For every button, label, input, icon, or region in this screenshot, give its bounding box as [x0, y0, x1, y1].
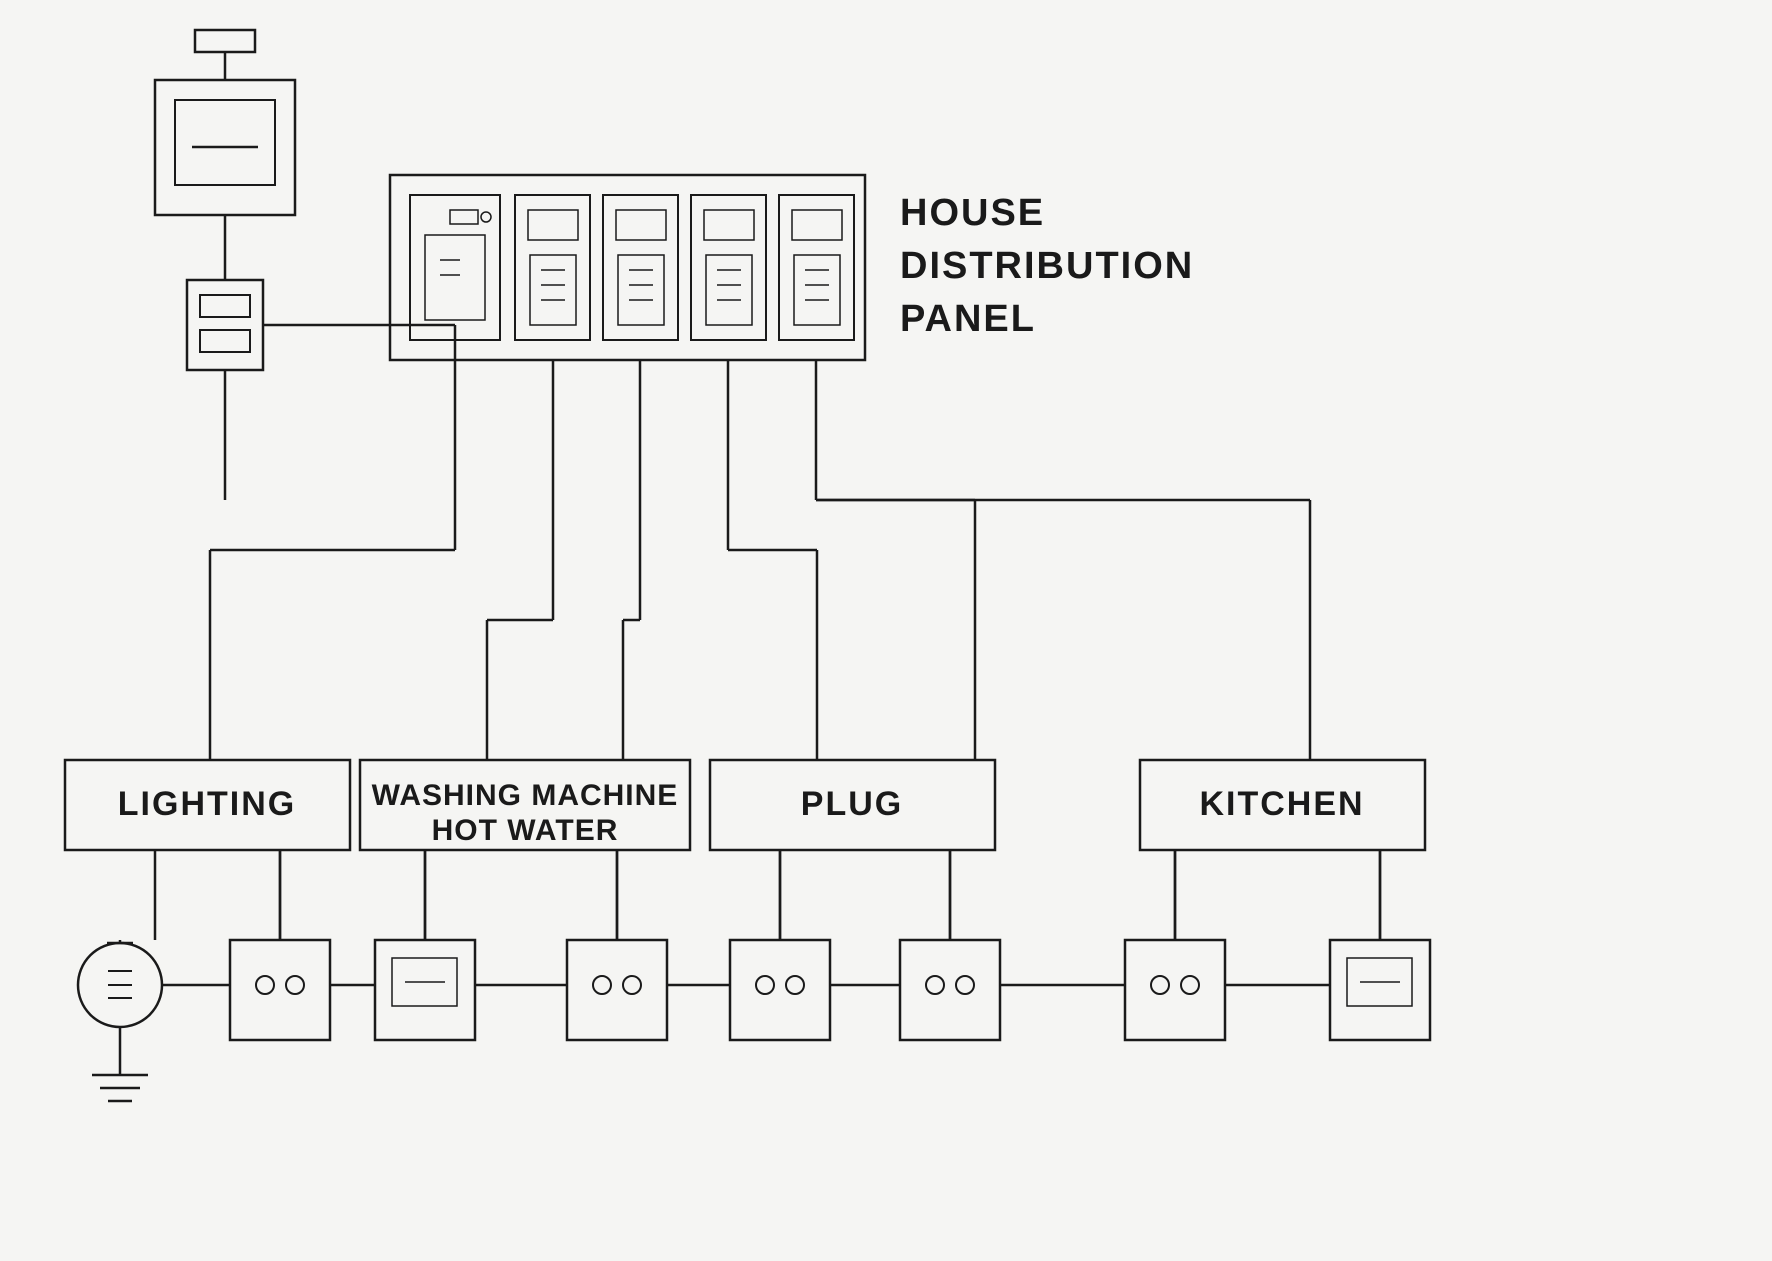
lighting-label: LIGHTING	[118, 785, 296, 823]
washing-machine-label: WASHING MACHINE	[372, 779, 679, 812]
panel-label: HOUSE	[900, 192, 1045, 234]
diagram-container: HOUSE DISTRIBUTION PANEL	[0, 0, 1772, 1261]
panel-label-3: PANEL	[900, 298, 1036, 340]
plug-label: PLUG	[801, 785, 903, 823]
panel-label-2: DISTRIBUTION	[900, 245, 1194, 287]
hot-water-label: HOT WATER	[432, 814, 619, 847]
kitchen-label: KITCHEN	[1199, 785, 1364, 823]
